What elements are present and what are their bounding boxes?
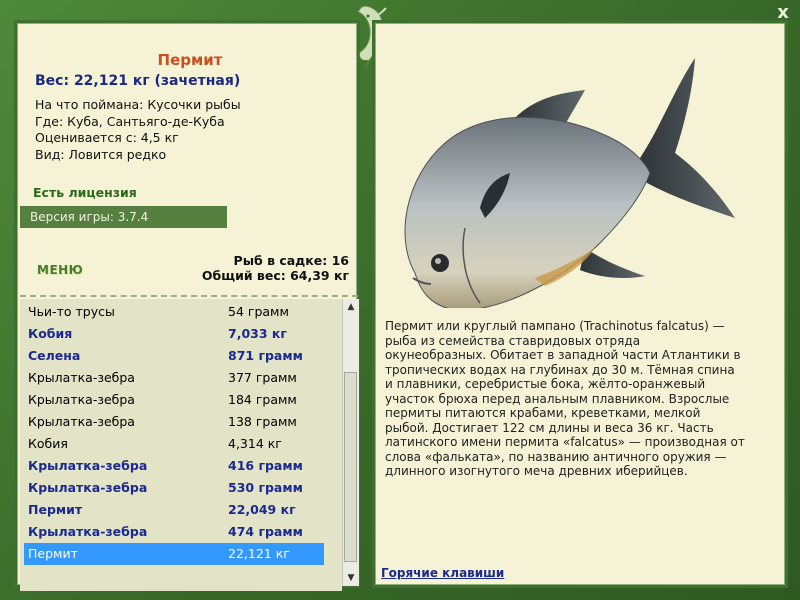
list-item-weight: 377 грамм (228, 370, 297, 385)
catch-list-scrollbar[interactable]: ▲ ▼ (342, 299, 359, 586)
list-item[interactable]: Крылатка-зебра 138 грамм (24, 411, 324, 433)
scroll-up-icon[interactable]: ▲ (343, 299, 359, 315)
list-item-weight: 530 грамм (228, 480, 303, 495)
value-line: Оценивается с: 4,5 кг (35, 130, 179, 145)
fish-info-panel: Пермит Вес: 22,121 кг (зачетная) На что … (14, 20, 360, 591)
list-item-name: Крылатка-зебра (28, 458, 148, 473)
location-line: Где: Куба, Сантьяго-де-Куба (35, 113, 225, 129)
list-item[interactable]: Крылатка-зебра 416 грамм (24, 455, 324, 477)
list-item[interactable]: Крылатка-зебра 530 грамм (24, 477, 324, 499)
list-item-weight: 4,314 кг (228, 436, 282, 451)
list-item[interactable]: Кобия 7,033 кг (24, 323, 324, 345)
list-item-name: Пермит (28, 502, 83, 517)
license-status: Есть лицензия (33, 185, 137, 200)
list-item-name: Крылатка-зебра (28, 524, 148, 539)
list-item-weight: 138 грамм (228, 414, 297, 429)
list-item-weight: 22,049 кг (228, 502, 296, 517)
keep-total-weight: Общий вес: 64,39 кг (201, 268, 349, 283)
divider (20, 295, 358, 297)
list-item-name: Крылатка-зебра (28, 414, 135, 429)
scroll-down-icon[interactable]: ▼ (343, 570, 359, 586)
fish-weight: Вес: 22,121 кг (зачетная) (35, 73, 241, 89)
bait-line: На что поймана: Кусочки рыбы (35, 97, 241, 112)
list-item-name: Кобия (28, 326, 73, 341)
fish-details: На что поймана: Кусочки рыбы Где: Куба, … (35, 97, 241, 163)
list-item[interactable]: Селена 871 грамм (24, 345, 324, 367)
keep-stats: Рыб в садке: 16 Общий вес: 64,39 кг (202, 253, 349, 283)
list-item-name: Селена (28, 348, 81, 363)
list-item-name: Крылатка-зебра (28, 370, 135, 385)
list-item[interactable]: Крылатка-зебра 474 грамм (24, 521, 324, 543)
list-item-weight: 7,033 кг (228, 326, 287, 341)
version-bar: Версия игры: 3.7.4 (20, 206, 227, 228)
list-item[interactable]: Крылатка-зебра 377 грамм (24, 367, 324, 389)
list-item[interactable]: Чьи-то трусы 54 грамм (24, 301, 324, 323)
hotkeys-link[interactable]: Горячие клавиши (381, 566, 504, 580)
list-item-weight: 474 грамм (228, 524, 303, 539)
list-item-weight: 184 грамм (228, 392, 297, 407)
menu-button[interactable]: МЕНЮ (37, 263, 83, 277)
list-item-weight: 54 грамм (228, 304, 289, 319)
scroll-thumb[interactable] (344, 372, 357, 562)
list-item-name: Пермит (28, 546, 78, 561)
list-item-weight: 416 грамм (228, 458, 303, 473)
rarity-line: Вид: Ловится редко (35, 146, 167, 162)
catch-list[interactable]: Чьи-то трусы 54 грамм Кобия 7,033 кг Селена 8… (20, 299, 342, 591)
fish-description-panel: Пермит или круглый пампано (Trachinotus … (372, 20, 788, 588)
list-item[interactable]: Пермит 22,121 кг (24, 543, 324, 565)
list-item[interactable]: Пермит 22,049 кг (24, 499, 324, 521)
list-item-weight: 871 грамм (228, 348, 303, 363)
list-item-name: Чьи-то трусы (28, 304, 115, 319)
list-item-name: Крылатка-зебра (28, 392, 135, 407)
list-item[interactable]: Кобия 4,314 кг (24, 433, 324, 455)
keep-count: Рыб в садке: 16 (233, 253, 349, 268)
list-item[interactable]: Крылатка-зебра 184 грамм (24, 389, 324, 411)
list-item-name: Крылатка-зебра (28, 480, 148, 495)
fish-name: Пермит (157, 51, 223, 69)
list-item-weight: 22,121 кг (228, 546, 290, 561)
permit-fish-image (404, 58, 735, 308)
fish-description: Пермит или круглый пампано (Trachinotus … (385, 319, 745, 478)
list-item-name: Кобия (28, 436, 68, 451)
